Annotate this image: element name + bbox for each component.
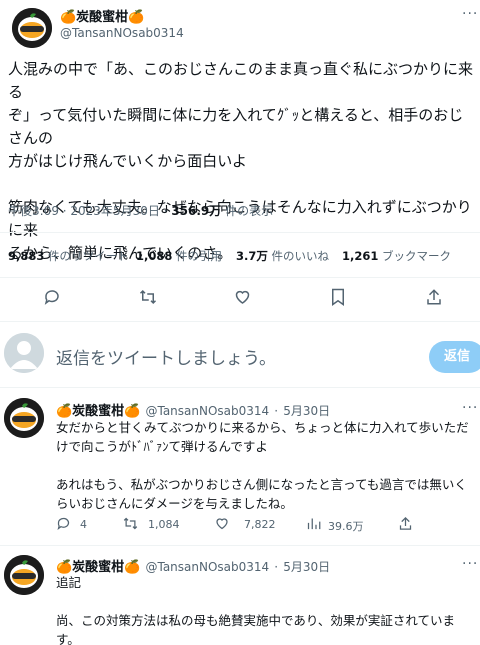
divider xyxy=(0,232,480,233)
more-options-icon[interactable]: ··· xyxy=(462,6,478,22)
views-label: 件の表示 xyxy=(225,204,274,218)
reply-line xyxy=(56,592,480,611)
reply-line: あれはもう、私がぶつかりおじさん側になったと言っても過言では無いく xyxy=(56,477,467,492)
reply-icon[interactable] xyxy=(43,288,61,306)
views-count: 39.6万 xyxy=(328,520,364,533)
share-icon[interactable] xyxy=(398,516,413,531)
reply-line xyxy=(56,456,480,475)
more-options-icon[interactable]: ··· xyxy=(462,400,478,416)
tweet-text: 人混みの中で「あ、このおじさんこのまま真っ直ぐ私にぶつかりに来る ぞ」って気付い… xyxy=(8,58,474,265)
tweet-line xyxy=(8,173,474,196)
tweet-line: 方がはじけ飛んでいくから面白いよ xyxy=(8,152,247,170)
reply-line: らいおじさんにダメージを与えましたね。 xyxy=(56,496,293,511)
retweet-count: 1,084 xyxy=(148,518,180,531)
reply-date[interactable]: 5月30日 xyxy=(283,560,330,574)
reply-line: 女だからと甘くみてぶつかりに来るから、ちょっと体に力入れて歩いただ xyxy=(56,420,469,435)
retweet-icon[interactable] xyxy=(122,516,139,531)
author-handle[interactable]: @TansanNOsab0314 xyxy=(145,404,269,418)
reply-count: 4 xyxy=(80,518,87,531)
avatar[interactable] xyxy=(4,398,44,438)
divider xyxy=(0,545,480,546)
avatar-image xyxy=(12,8,52,48)
views-value: 356.9万 xyxy=(171,204,222,218)
share-icon[interactable] xyxy=(425,288,443,306)
quotes-stat[interactable]: 1,088 件の引用 xyxy=(136,248,222,264)
author-handle[interactable]: @TansanNOsab0314 xyxy=(60,26,184,40)
reply-button[interactable]: 返信 xyxy=(429,341,480,373)
reply-text: 女だからと甘くみてぶつかりに来るから、ちょっと体に力入れて歩いただ けで向こうが… xyxy=(56,418,480,513)
reply-header: 🍊炭酸蜜柑🍊 @TansanNOsab0314 · 5月30日 xyxy=(56,404,331,419)
retweets-stat[interactable]: 9,883 件のリツイート xyxy=(8,248,129,264)
default-avatar-icon xyxy=(4,333,44,373)
likes-stat[interactable]: 3.7万 件のいいね xyxy=(236,248,329,264)
reply-line: 尚、この対策方法は私の母も絶賛実施中であり、効果が実証されていま xyxy=(56,613,456,628)
reply-line: す。 xyxy=(56,632,80,645)
author-name[interactable]: 🍊炭酸蜜柑🍊 xyxy=(56,404,140,419)
like-icon[interactable] xyxy=(214,516,230,531)
like-count: 7,822 xyxy=(244,518,276,531)
reply-input[interactable]: 返信をツイートしましょう。 xyxy=(56,344,276,369)
tweet-line: ぞ」って気付いた瞬間に体に力を入れてｸﾞｯと構えると、相手のおじさんの xyxy=(8,106,464,147)
avatar[interactable] xyxy=(4,555,44,595)
reply-date[interactable]: 5月30日 xyxy=(283,404,330,418)
reply-line: 追記 xyxy=(56,575,82,590)
retweet-icon[interactable] xyxy=(138,288,158,306)
avatar[interactable] xyxy=(12,8,52,48)
reply-text: 追記 尚、この対策方法は私の母も絶賛実施中であり、効果が実証されていま す。 xyxy=(56,573,480,645)
author-name[interactable]: 🍊炭酸蜜柑🍊 xyxy=(60,6,144,25)
author-handle[interactable]: @TansanNOsab0314 xyxy=(145,560,269,574)
divider xyxy=(0,387,480,388)
avatar-image xyxy=(4,398,44,438)
like-icon[interactable] xyxy=(233,288,252,306)
bookmark-icon[interactable] xyxy=(330,288,346,306)
tweet-timestamp: 午後3:09 · 2023年5月30日 · 356.9万 件の表示 xyxy=(8,204,274,218)
reply-line: けで向こうがﾄﾞﾊﾞｧﾝて弾けるんですよ xyxy=(56,439,268,454)
reply-icon[interactable] xyxy=(56,516,71,531)
tweet-time[interactable]: 午後3:09 xyxy=(8,204,59,218)
divider xyxy=(0,321,480,322)
bookmarks-stat[interactable]: 1,261 ブックマーク xyxy=(342,248,451,264)
views-icon[interactable] xyxy=(306,516,321,531)
tweet-date[interactable]: 2023年5月30日 xyxy=(70,204,159,218)
avatar-image xyxy=(4,555,44,595)
divider xyxy=(0,277,480,278)
more-options-icon[interactable]: ··· xyxy=(462,556,478,572)
tweet-line: 人混みの中で「あ、このおじさんこのまま真っ直ぐ私にぶつかりに来る xyxy=(8,60,474,101)
